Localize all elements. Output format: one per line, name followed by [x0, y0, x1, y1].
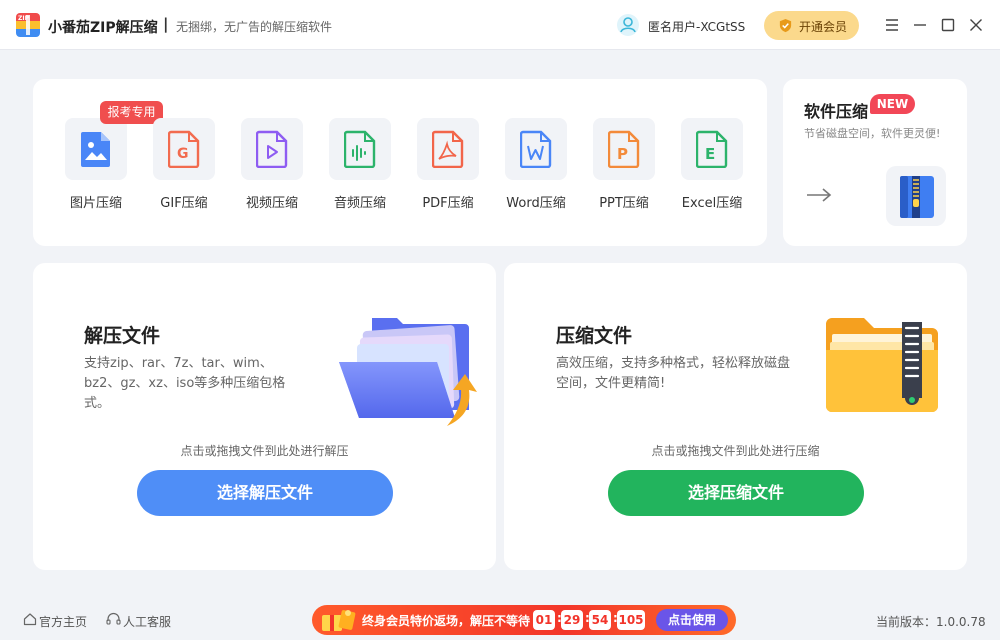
arrow-right-icon [807, 188, 832, 202]
tool-icon-box [65, 118, 127, 180]
folder-extract-illustration-icon [339, 318, 477, 426]
tool-icon-box: G [153, 118, 215, 180]
compress-title: 压缩文件 [556, 325, 633, 347]
vip-shield-icon [779, 18, 792, 33]
select-extract-file-button[interactable]: 选择解压文件 [137, 470, 393, 516]
new-badge: NEW [870, 94, 915, 114]
app-slogan: 无捆绑，无广告的解压缩软件 [176, 20, 333, 34]
zip-book-icon [886, 166, 946, 226]
tool-label: 图片压缩 [69, 196, 122, 211]
user-name[interactable]: 匿名用户-XCGtSS [648, 18, 745, 35]
gif-file-icon: G [168, 130, 200, 168]
countdown-minutes: 29 [561, 610, 583, 630]
tool-icon-box: E [681, 118, 743, 180]
tool-label: PDF压缩 [422, 196, 474, 211]
compress-drop-hint: 点击或拖拽文件到此处进行压缩 [651, 444, 820, 458]
promo-text: 终身会员特价返场，解压不等待 [362, 614, 531, 628]
compress-card[interactable] [504, 263, 967, 570]
tool-icon-box [241, 118, 303, 180]
ppt-file-icon: P [608, 130, 640, 168]
vip-button[interactable]: 开通会员 [764, 11, 859, 40]
audio-file-icon [344, 130, 376, 168]
software-compress-desc: 节省磁盘空间，软件更灵便! [804, 127, 941, 140]
menu-icon[interactable] [881, 14, 903, 36]
excel-file-icon: E [696, 130, 728, 168]
svg-text:P: P [617, 145, 628, 163]
image-file-icon [81, 132, 110, 167]
extract-title: 解压文件 [84, 325, 161, 347]
title-bar: ZIP 小番茄ZIP解压缩 | 无捆绑，无广告的解压缩软件 匿名用户-XCGtS… [0, 0, 1000, 50]
user-avatar-icon[interactable] [617, 14, 639, 36]
app-title: 小番茄ZIP解压缩 [48, 20, 158, 36]
tool-icon-box [329, 118, 391, 180]
folder-zip-illustration-icon [826, 318, 938, 412]
zip-logo-icon: ZIP [16, 13, 40, 37]
svg-text:G: G [177, 146, 189, 162]
countdown-milliseconds: 105 [617, 610, 645, 630]
version-label: 当前版本：1.0.0.78 [876, 615, 986, 629]
promo-banner[interactable]: 终身会员特价返场，解压不等待 01 : 29 : 54 : 105 点击使用 [312, 605, 736, 635]
tool-label: 视频压缩 [245, 196, 298, 211]
home-icon [23, 613, 37, 626]
gift-money-icon [322, 610, 356, 631]
close-icon[interactable] [965, 14, 987, 36]
tool-icon-box [417, 118, 479, 180]
countdown-seconds: 54 [589, 610, 611, 630]
svg-text:ZIP: ZIP [18, 15, 30, 22]
software-compress-title: 软件压缩 [804, 102, 869, 121]
tool-icon-box: P [593, 118, 655, 180]
word-file-icon [520, 130, 552, 168]
compress-desc: 高效压缩，支持多种格式，轻松释放磁盘空间，文件更精简! [556, 356, 791, 391]
tool-label: GIF压缩 [160, 196, 208, 211]
vip-button-label: 开通会员 [799, 20, 848, 34]
countdown-hours: 01 [533, 610, 555, 630]
tool-icon-box [505, 118, 567, 180]
maximize-icon[interactable] [937, 14, 959, 36]
tool-label: PPT压缩 [599, 196, 649, 211]
svg-text:E: E [705, 145, 715, 163]
minimize-icon[interactable] [909, 14, 931, 36]
pdf-file-icon [432, 130, 464, 168]
extract-desc: 支持zip、rar、7z、tar、wim、bz2、gz、xz、iso等多种压缩包… [84, 356, 286, 411]
tool-label: Excel压缩 [681, 196, 743, 211]
tool-label: 音频压缩 [333, 196, 386, 211]
extract-drop-hint: 点击或拖拽文件到此处进行解压 [180, 444, 349, 458]
tool-label: Word压缩 [506, 196, 566, 211]
promo-use-button[interactable]: 点击使用 [656, 609, 728, 631]
customer-service-link[interactable]: 人工客服 [123, 613, 171, 630]
official-home-link[interactable]: 官方主页 [39, 613, 87, 630]
video-file-icon [256, 130, 288, 168]
title-separator: | [163, 15, 169, 33]
headset-icon [106, 612, 121, 625]
select-compress-file-button[interactable]: 选择压缩文件 [608, 470, 864, 516]
